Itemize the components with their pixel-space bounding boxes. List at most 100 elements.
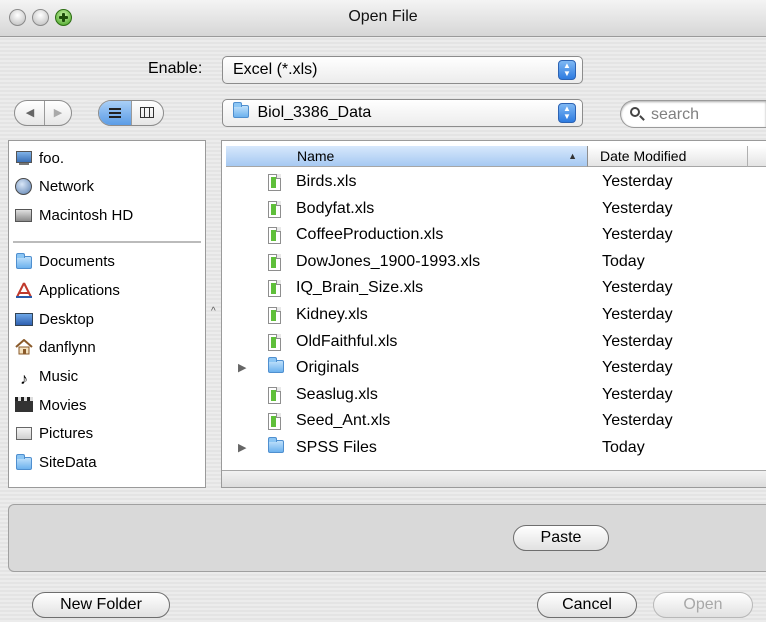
- sidebar-item-label: foo.: [39, 150, 65, 167]
- sidebar-item-network[interactable]: Network: [15, 174, 94, 200]
- back-button[interactable]: ◀: [18, 101, 42, 125]
- sidebar-item-sitedata[interactable]: SiteData: [15, 450, 97, 476]
- new-folder-button[interactable]: New Folder: [32, 592, 170, 618]
- disclosure-triangle-icon[interactable]: ▶: [238, 355, 246, 381]
- back-forward-control: ◀ ▶: [14, 100, 72, 126]
- sidebar-item-home[interactable]: danflynn: [15, 335, 96, 361]
- network-icon: [15, 178, 33, 195]
- file-name: Kidney.xls: [296, 306, 368, 323]
- file-date-modified: Yesterday: [602, 306, 673, 323]
- list-view-button[interactable]: [99, 101, 131, 125]
- sidebar-item-label: Macintosh HD: [39, 207, 134, 224]
- popup-arrows-icon: ▲ ▼: [558, 60, 576, 80]
- enable-value: Excel (*.xls): [233, 61, 318, 78]
- computer-icon: [15, 150, 33, 166]
- sidebar-item-label: danflynn: [39, 339, 96, 356]
- file-name: Birds.xls: [296, 173, 357, 190]
- view-mode-control: [98, 100, 164, 126]
- folder-icon: [233, 102, 249, 118]
- paste-button[interactable]: Paste: [513, 525, 609, 551]
- file-browser: Name ▲ Date Modified Birds.xls Yesterday B…: [221, 140, 766, 488]
- home-icon: [15, 338, 33, 355]
- sidebar-divider: [13, 241, 201, 243]
- sidebar-item-label: SiteData: [39, 454, 97, 471]
- location-value: Biol_3386_Data: [257, 104, 372, 121]
- sidebar-item-label: Pictures: [39, 425, 94, 442]
- sidebar-item-desktop[interactable]: Desktop: [15, 307, 94, 333]
- file-name: Originals: [296, 359, 360, 377]
- file-date-modified: Yesterday: [602, 332, 673, 350]
- sidebar-item-computer[interactable]: foo.: [15, 146, 64, 172]
- sidebar-item-pictures[interactable]: Pictures: [15, 421, 93, 447]
- spreadsheet-file-icon: [268, 413, 281, 431]
- file-row[interactable]: Birds.xls Yesterday: [226, 169, 766, 195]
- file-name: Seaslug.xls: [296, 385, 378, 403]
- file-row[interactable]: Kidney.xls Yesterday: [226, 302, 766, 328]
- file-row[interactable]: Bodyfat.xls Yesterday: [226, 196, 766, 222]
- pictures-icon: [15, 425, 33, 441]
- accessory-panel: Paste: [8, 504, 766, 572]
- enable-popup[interactable]: Excel (*.xls) ▲ ▼: [222, 56, 583, 84]
- spreadsheet-file-icon: [268, 307, 281, 324]
- spreadsheet-file-icon: [268, 280, 281, 298]
- column-view-button[interactable]: [135, 101, 159, 125]
- column-header-filler: [748, 146, 766, 167]
- file-date-modified: Yesterday: [602, 385, 673, 403]
- sidebar-item-movies[interactable]: Movies: [15, 393, 87, 419]
- file-row[interactable]: Seed_Ant.xls Yesterday: [226, 408, 766, 434]
- column-header-date[interactable]: Date Modified: [588, 146, 748, 167]
- file-row[interactable]: Seaslug.xls Yesterday: [226, 382, 766, 408]
- window-title: Open File: [348, 8, 418, 25]
- location-popup[interactable]: Biol_3386_Data ▲ ▼: [222, 99, 583, 127]
- sidebar-item-music[interactable]: ♪ Music: [15, 364, 78, 390]
- hard-drive-icon: [15, 207, 33, 223]
- column-view-icon: [140, 107, 154, 118]
- file-date-modified: Today: [602, 252, 645, 270]
- file-row[interactable]: IQ_Brain_Size.xls Yesterday: [226, 275, 766, 301]
- spreadsheet-file-icon: [268, 386, 281, 404]
- folder-icon: [268, 437, 284, 453]
- sidebar-item-hard-drive[interactable]: Macintosh HD: [15, 203, 133, 229]
- sidebar-item-label: Movies: [39, 397, 87, 414]
- spreadsheet-file-icon: [268, 253, 281, 271]
- folder-icon: [268, 357, 284, 374]
- file-name: OldFaithful.xls: [296, 332, 398, 350]
- file-row[interactable]: ▶ SPSS Files Today: [226, 435, 766, 461]
- file-row[interactable]: ▶ Originals Yesterday: [226, 355, 766, 381]
- file-name: DowJones_1900-1993.xls: [296, 252, 481, 270]
- folder-icon: [15, 253, 33, 269]
- movies-icon: [15, 397, 33, 413]
- file-date-modified: Yesterday: [602, 199, 673, 217]
- file-name: Bodyfat.xls: [296, 199, 375, 217]
- horizontal-scrollbar[interactable]: [222, 470, 766, 487]
- file-date-modified: Yesterday: [602, 226, 673, 244]
- sidebar-item-label: Network: [39, 178, 95, 195]
- sidebar-item-documents[interactable]: Documents: [15, 249, 115, 275]
- sidebar-item-label: Desktop: [39, 311, 95, 328]
- spreadsheet-file-icon: [268, 174, 281, 191]
- search-field[interactable]: search: [620, 100, 766, 128]
- sidebar-item-label: Music: [39, 368, 79, 385]
- file-name: IQ_Brain_Size.xls: [296, 279, 424, 297]
- file-row[interactable]: OldFaithful.xls Yesterday: [226, 329, 766, 355]
- title-bar: Open File: [0, 0, 766, 37]
- sidebar-item-applications[interactable]: Applications: [15, 278, 120, 304]
- search-input[interactable]: search: [651, 106, 699, 124]
- disclosure-triangle-icon[interactable]: ▶: [238, 435, 246, 461]
- file-row[interactable]: DowJones_1900-1993.xls Today: [226, 249, 766, 275]
- column-header-name[interactable]: Name ▲: [226, 146, 588, 167]
- sidebar-item-label: Applications: [39, 282, 120, 299]
- file-row[interactable]: CoffeeProduction.xls Yesterday: [226, 222, 766, 248]
- file-name: Seed_Ant.xls: [296, 412, 391, 430]
- file-date-modified: Yesterday: [602, 359, 673, 377]
- file-date-modified: Today: [602, 439, 645, 456]
- splitter-handle[interactable]: ^: [211, 306, 216, 317]
- search-icon: [630, 107, 640, 117]
- popup-arrows-icon: ▲ ▼: [558, 103, 576, 123]
- open-button[interactable]: Open: [653, 592, 753, 618]
- music-icon: ♪: [20, 371, 28, 388]
- file-name: CoffeeProduction.xls: [296, 226, 444, 244]
- cancel-button[interactable]: Cancel: [537, 592, 637, 618]
- applications-icon: [15, 281, 33, 298]
- forward-button[interactable]: ▶: [46, 101, 70, 125]
